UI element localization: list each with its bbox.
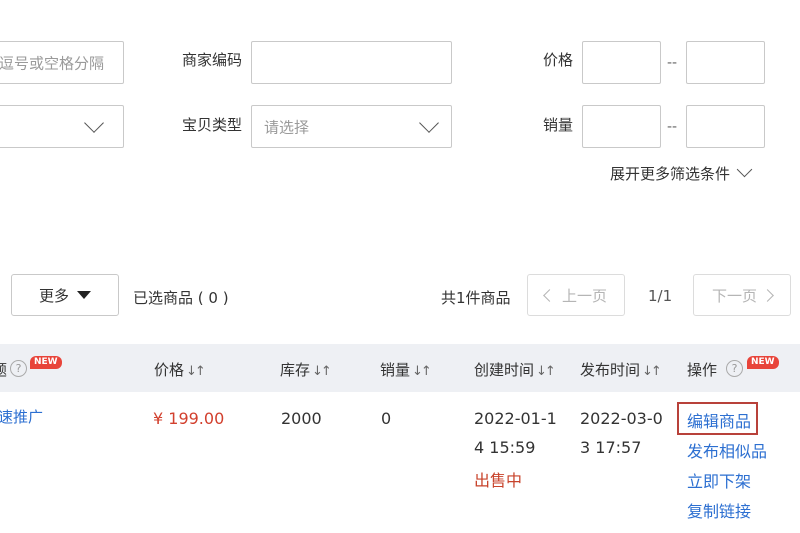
prev-page-button[interactable]: 上一页 [527,274,625,316]
header-title: 题 [0,359,7,380]
sales-range-dash: -- [667,119,678,135]
more-filters-toggle[interactable]: 展开更多筛选条件 [610,161,753,184]
new-badge: NEW [30,356,62,369]
caret-down-icon [77,291,91,299]
header-created[interactable]: 创建时间 ↓↑ [474,359,556,380]
help-icon[interactable]: ? [10,360,27,377]
header-actions: 操作 [687,361,718,379]
help-icon[interactable]: ? [726,360,743,377]
sort-icon: ↓↑ [412,364,432,379]
header-sales[interactable]: 销量 ↓↑ [380,359,432,380]
header-price-label: 价格 [154,361,185,379]
created-time-line1: 2022-01-1 [474,409,557,428]
sort-icon: ↓↑ [186,364,206,379]
new-badge: NEW [747,356,779,369]
chevron-left-icon [543,288,556,302]
sales-label: 销量 [543,116,574,134]
chevron-down-icon [84,113,104,133]
table-row: 速推广 ¥ 199.00 2000 0 2022-01-1 4 15:59 出售… [0,392,800,533]
merchant-code-label: 商家编码 [182,51,243,69]
chevron-down-icon [419,113,439,133]
published-time-line1: 2022-03-0 [580,409,663,428]
chevron-right-icon [761,288,774,302]
sales-max-input[interactable] [686,105,765,148]
sort-icon: ↓↑ [312,364,332,379]
selected-count: 已选商品 ( 0 ) [133,289,229,307]
merchant-code-input[interactable] [251,41,452,84]
copy-link-link[interactable]: 复制链接 [687,498,751,522]
item-type-placeholder: 请选择 [264,118,310,136]
header-published-label: 发布时间 [580,361,641,379]
item-type-select[interactable]: 请选择 [251,105,452,148]
header-price[interactable]: 价格 ↓↑ [154,359,206,380]
item-type-label: 宝贝类型 [182,116,243,134]
sales-min-input[interactable] [582,105,661,148]
sort-icon: ↓↑ [536,364,556,379]
delist-now-link[interactable]: 立即下架 [687,468,751,492]
price-min-input[interactable] [582,41,661,84]
edit-item-link[interactable]: 编辑商品 [687,408,751,432]
prev-page-label: 上一页 [561,286,607,305]
item-id-input[interactable]: 逗号或空格分隔 [0,41,124,84]
header-sales-label: 销量 [380,361,411,379]
price-label: 价格 [543,51,574,69]
sales-value: 0 [381,409,392,428]
header-published[interactable]: 发布时间 ↓↑ [580,359,662,380]
price-range-dash: -- [667,55,678,71]
price-max-input[interactable] [686,41,765,84]
item-id-placeholder: 逗号或空格分隔 [0,54,105,72]
status-select[interactable] [0,105,124,148]
chevron-down-icon [736,161,753,178]
stock-value: 2000 [281,409,322,428]
more-actions-button[interactable]: 更多 [11,274,119,316]
sort-icon: ↓↑ [642,364,662,379]
header-stock[interactable]: 库存 ↓↑ [280,359,332,380]
created-time-line2: 4 15:59 [474,438,536,457]
status-badge: 出售中 [474,471,523,490]
price-value: ¥ 199.00 [153,409,225,428]
next-page-label: 下一页 [711,286,757,305]
next-page-button[interactable]: 下一页 [693,274,791,316]
publish-similar-link[interactable]: 发布相似品 [687,438,767,462]
page-indicator: 1/1 [648,287,673,305]
promo-link[interactable]: 速推广 [0,406,43,427]
published-time-line2: 3 17:57 [580,438,642,457]
more-actions-label: 更多 [38,286,69,305]
more-filters-label: 展开更多筛选条件 [610,165,731,183]
header-stock-label: 库存 [280,361,311,379]
total-count: 共1件商品 [441,289,511,307]
header-created-label: 创建时间 [474,361,535,379]
